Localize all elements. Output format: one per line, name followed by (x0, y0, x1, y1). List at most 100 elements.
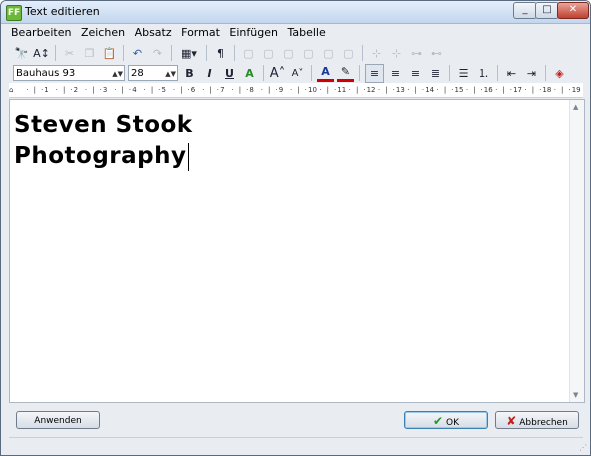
copy-icon[interactable]: ❐ (81, 45, 98, 62)
align-right-icon[interactable]: ≡ (407, 65, 424, 82)
menu-tabelle[interactable]: Tabelle (287, 25, 325, 41)
ruler-number: 4 (132, 86, 137, 94)
table-icon[interactable]: ▦▾ (177, 45, 201, 62)
ruler-tick: · (40, 86, 44, 94)
ruler-tick: | (531, 86, 535, 94)
apply-button[interactable]: Anwenden (16, 411, 100, 429)
insert-row-icon[interactable]: ⊹ (368, 45, 385, 62)
scissors-icon[interactable]: ✂ (61, 45, 78, 62)
bold-icon[interactable]: B (181, 65, 198, 82)
ruler-tick: · (84, 86, 88, 94)
text-effects-icon[interactable]: A (241, 65, 258, 82)
ruler-tick: · (451, 86, 454, 94)
ruler[interactable]: ⌂ 1 · | · 2 · | · 3 · | · 4 · | · 5 · | · 6 · | · 7 · | · 8 · | · 9 · | · 10 ·… (9, 83, 583, 98)
menu-absatz[interactable]: Absatz (135, 25, 172, 41)
ruler-tick: · (407, 86, 410, 94)
text-editor-area[interactable]: Steven Stook Photography ▲ ▼ (9, 99, 585, 403)
highlight-icon[interactable]: ✎ (337, 65, 354, 82)
ruler-tick: | (473, 86, 476, 94)
toolbar-separator (123, 45, 124, 61)
app-icon: FF (6, 5, 22, 21)
ruler-tick: | (209, 86, 212, 94)
align-center-icon[interactable]: ≡ (387, 65, 404, 82)
ruler-tick: · (465, 86, 469, 94)
indent-icon[interactable]: ⇥ (523, 65, 540, 82)
ruler-number: 6 (190, 86, 196, 94)
align-left-icon[interactable]: ≡ (365, 63, 384, 83)
resize-grip-icon[interactable]: ⋰ (579, 443, 587, 452)
font-color-icon[interactable]: A (317, 65, 334, 82)
table-border-icon[interactable]: ▢ (340, 45, 357, 62)
find-replace-icon[interactable]: A↕ (33, 45, 50, 62)
menu-einfuegen[interactable]: Einfügen (229, 25, 278, 41)
redo-icon[interactable]: ↷ (149, 45, 166, 62)
pilcrow-icon[interactable]: ¶ (212, 45, 229, 62)
ruler-tick: · (363, 86, 366, 94)
document-line-1: Steven Stook (14, 112, 193, 138)
minimize-button[interactable]: _ (513, 2, 537, 19)
insert-row-icon[interactable]: ⊹ (388, 45, 405, 62)
toolbar-separator (311, 65, 312, 81)
font-size-select[interactable]: 28 ▲▼ (128, 65, 178, 81)
insert-column-icon[interactable]: ⊷ (428, 45, 445, 62)
ruler-tick: · (216, 86, 219, 94)
title-bar[interactable]: FF Text editieren _ □ ✕ (1, 1, 590, 24)
window-title: Text editieren (25, 5, 100, 18)
ruler-number: 10 (308, 86, 317, 94)
ruler-tick: | (414, 86, 417, 94)
document-content[interactable]: Steven Stook Photography (14, 110, 193, 172)
paste-icon[interactable]: 📋 (101, 45, 118, 62)
menu-bearbeiten[interactable]: Bearbeiten (11, 25, 71, 41)
maximize-button[interactable]: □ (535, 2, 559, 19)
insert-column-icon[interactable]: ⊶ (408, 45, 425, 62)
bullet-list-icon[interactable]: ☰ (455, 65, 472, 82)
ruler-tick: · (246, 86, 249, 94)
toolbar-format: Bauhaus 93 ▲▼ 28 ▲▼ B I U A A˄ A˅ A ✎ ≡ … (13, 63, 571, 83)
toolbar-separator (497, 65, 498, 81)
table-border-icon[interactable]: ▢ (280, 45, 297, 62)
table-border-icon[interactable]: ▢ (320, 45, 337, 62)
outdent-icon[interactable]: ⇤ (503, 65, 520, 82)
scroll-up-icon[interactable]: ▲ (573, 103, 578, 111)
menu-format[interactable]: Format (181, 25, 220, 41)
toolbar-edit: 🔭 A↕ ✂ ❐ 📋 ↶ ↷ ▦▾ ¶ ▢ ▢ ▢ ▢ ▢ ▢ ⊹ ⊹ ⊶ ⊷ (13, 43, 448, 63)
ruler-tick: | (297, 86, 300, 94)
ruler-tick: | (268, 86, 271, 94)
cancel-button[interactable]: ✘ Abbrechen (495, 411, 579, 429)
close-button[interactable]: ✕ (557, 2, 589, 19)
table-border-icon[interactable]: ▢ (240, 45, 257, 62)
ruler-tick: · (55, 86, 58, 94)
ruler-tick: | (121, 86, 124, 94)
ruler-tick: | (150, 86, 154, 94)
ruler-tick: | (33, 86, 36, 94)
underline-icon[interactable]: U (221, 65, 238, 82)
italic-icon[interactable]: I (201, 65, 218, 82)
ruler-tick: · (539, 86, 542, 94)
undo-icon[interactable]: ↶ (129, 45, 146, 62)
vertical-scrollbar[interactable]: ▲ ▼ (569, 100, 584, 402)
ruler-tick: | (502, 86, 505, 94)
ruler-tick: · (187, 86, 190, 94)
paragraph-shading-icon[interactable]: ◈ (551, 65, 568, 82)
toolbar-separator (234, 45, 235, 61)
ruler-indent-marker[interactable]: ⌂ (9, 83, 13, 97)
ruler-tick: · (568, 86, 571, 94)
ruler-tick: · (509, 86, 512, 94)
numbered-list-icon[interactable]: ⒈ (475, 65, 492, 82)
checkmark-icon: ✔ (432, 414, 444, 428)
scroll-down-icon[interactable]: ▼ (573, 391, 578, 399)
ruler-tick: · (99, 86, 102, 94)
font-family-select[interactable]: Bauhaus 93 ▲▼ (13, 65, 125, 81)
grow-font-icon[interactable]: A˄ (269, 65, 286, 82)
ruler-tick: | (62, 86, 66, 94)
table-border-icon[interactable]: ▢ (260, 45, 277, 62)
table-border-icon[interactable]: ▢ (300, 45, 317, 62)
binoculars-icon[interactable]: 🔭 (13, 45, 30, 62)
ok-button[interactable]: ✔ OK (404, 411, 488, 429)
align-justify-icon[interactable]: ≣ (427, 65, 444, 82)
ruler-tick: | (92, 86, 95, 94)
shrink-font-icon[interactable]: A˅ (289, 65, 306, 82)
spin-arrows-icon: ▲▼ (112, 70, 123, 78)
menu-zeichen[interactable]: Zeichen (81, 25, 125, 41)
ruler-tick: · (421, 86, 425, 94)
